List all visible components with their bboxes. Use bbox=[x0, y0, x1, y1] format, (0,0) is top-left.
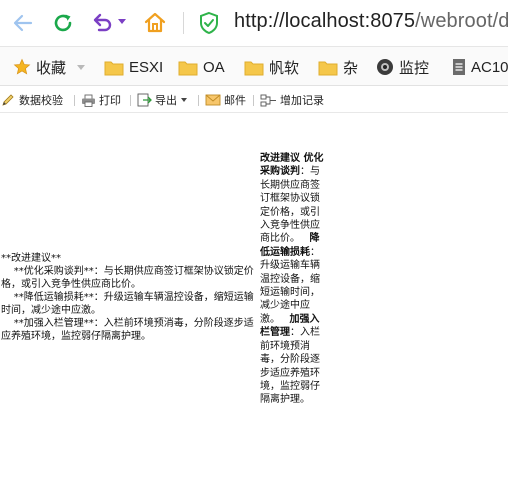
toolbar-divider bbox=[74, 95, 75, 106]
export-dropdown-icon[interactable] bbox=[181, 98, 187, 102]
refresh-button[interactable] bbox=[50, 10, 76, 36]
home-button[interactable] bbox=[142, 10, 168, 36]
home-icon bbox=[144, 12, 166, 33]
toolbar-divider bbox=[130, 95, 131, 106]
folder-icon bbox=[244, 59, 264, 76]
add-record-label: 增加记录 bbox=[280, 94, 324, 107]
bookmarks-bar: 收藏 ESXI OA 帆软 杂 监控 AC10 bbox=[0, 46, 508, 86]
address-divider bbox=[183, 12, 184, 34]
undo-icon bbox=[93, 13, 112, 32]
report-toolbar: 数据校验 打印 导出 邮件 增加记录 bbox=[0, 87, 508, 113]
refresh-icon bbox=[54, 14, 72, 32]
url-path: /webroot/d bbox=[415, 10, 508, 32]
bookmark-esxi[interactable]: ESXI bbox=[104, 47, 163, 87]
undo-dropdown-icon[interactable] bbox=[118, 19, 126, 24]
bookmark-label: AC10 bbox=[471, 58, 508, 76]
address-bar: http://localhost:8075/webroot/d bbox=[0, 0, 508, 46]
print-label: 打印 bbox=[99, 94, 121, 107]
bookmark-ac10[interactable]: AC10 bbox=[452, 47, 508, 87]
url-host: http://localhost:8075 bbox=[234, 10, 416, 32]
text-pen-management: ：入栏前环境预消毒，分阶段逐步适应养殖环境，监控弱仔隔离护理。 bbox=[260, 327, 320, 406]
report-cell-formatted: 改进建议 优化采购谈判：与长期供应商签订框架协议锁定价格，或引入竞争性供应商比价… bbox=[260, 152, 328, 407]
bookmark-favorites[interactable]: 收藏 bbox=[13, 47, 66, 87]
bookmark-oa[interactable]: OA bbox=[178, 47, 225, 87]
bookmark-fanruan[interactable]: 帆软 bbox=[244, 47, 299, 87]
security-shield-icon[interactable] bbox=[198, 11, 220, 39]
toolbar-divider bbox=[253, 95, 254, 106]
back-button[interactable] bbox=[10, 10, 36, 36]
url-field[interactable]: http://localhost:8075/webroot/d bbox=[234, 10, 508, 33]
print-button[interactable]: 打印 bbox=[81, 87, 121, 113]
report-cell-markdown: **改进建议** **优化采购谈判**：与长期供应商签订框架协议锁定价格，或引入… bbox=[1, 253, 254, 342]
undo-button[interactable] bbox=[90, 10, 116, 36]
bookmark-label: OA bbox=[203, 58, 225, 76]
folder-icon bbox=[104, 59, 124, 76]
bookmark-monitor[interactable]: 监控 bbox=[376, 47, 429, 87]
folder-icon bbox=[318, 59, 338, 76]
bookmark-label: 监控 bbox=[399, 59, 430, 77]
printer-icon bbox=[81, 94, 96, 107]
mail-button[interactable]: 邮件 bbox=[205, 87, 246, 113]
add-record-icon bbox=[260, 94, 277, 107]
arrow-left-icon bbox=[13, 14, 33, 32]
page-icon bbox=[452, 58, 466, 76]
favorites-dropdown-icon[interactable] bbox=[77, 65, 85, 70]
validate-data-button[interactable]: 数据校验 bbox=[1, 87, 63, 113]
export-label: 导出 bbox=[155, 94, 177, 107]
bookmark-misc[interactable]: 杂 bbox=[318, 47, 358, 87]
add-record-button[interactable]: 增加记录 bbox=[260, 87, 324, 113]
star-icon bbox=[13, 58, 31, 76]
pencil-check-icon bbox=[1, 93, 16, 107]
envelope-icon bbox=[205, 94, 221, 106]
bookmark-label: 杂 bbox=[343, 59, 359, 77]
bookmark-label: ESXI bbox=[129, 58, 164, 76]
export-button[interactable]: 导出 bbox=[137, 87, 187, 113]
report-content: **改进建议** **优化采购谈判**：与长期供应商签订框架协议锁定价格，或引入… bbox=[0, 114, 508, 503]
camera-icon bbox=[376, 58, 394, 76]
validate-data-label: 数据校验 bbox=[19, 94, 63, 107]
mail-label: 邮件 bbox=[224, 94, 246, 107]
toolbar-divider bbox=[198, 95, 199, 106]
bookmark-label: 收藏 bbox=[36, 59, 67, 77]
bookmark-label: 帆软 bbox=[269, 59, 300, 77]
folder-icon bbox=[178, 59, 198, 76]
export-icon bbox=[137, 93, 152, 107]
